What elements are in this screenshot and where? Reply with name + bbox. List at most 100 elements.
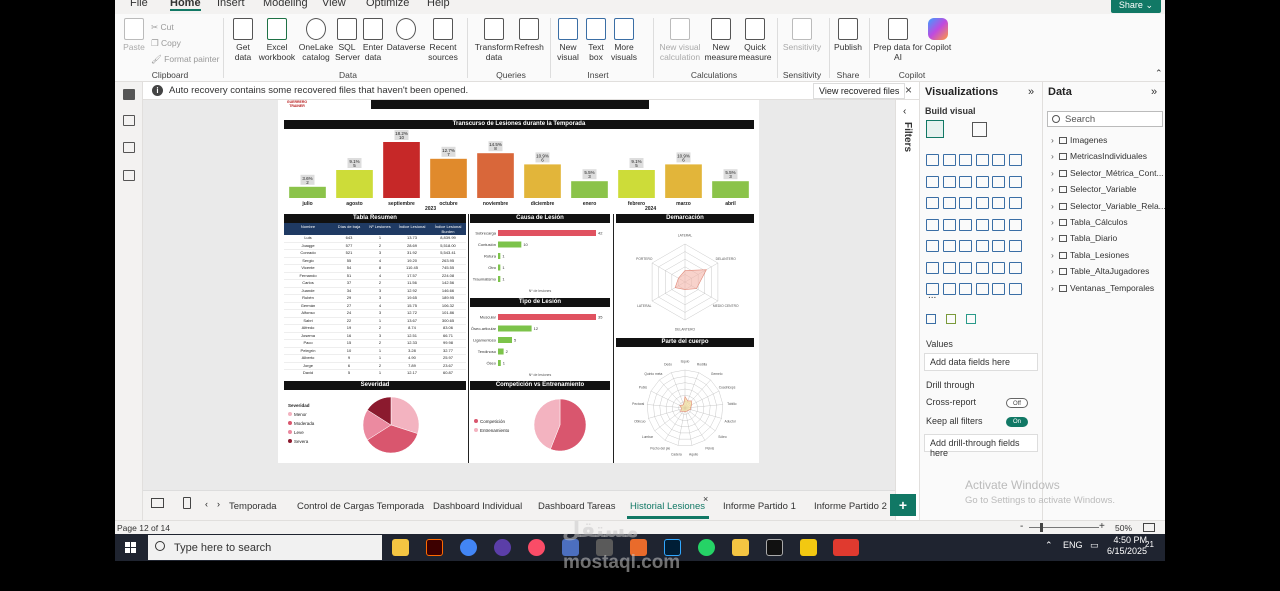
visual-type-icon[interactable]	[992, 154, 1005, 166]
format-visual-tab-icon[interactable]	[972, 122, 987, 137]
new-visual-button[interactable]: New visual	[555, 18, 581, 62]
data-table-item[interactable]: › Tabla_Cálculos	[1051, 217, 1165, 233]
table-row[interactable]: Luis 643 1 13.73 8,839.99	[284, 235, 466, 243]
expand-chevron-icon[interactable]: ›	[1051, 135, 1059, 145]
close-icon[interactable]: ×	[905, 83, 912, 97]
tab-control-de-cargas[interactable]: Control de Cargas Temporada	[297, 501, 424, 512]
new-visual-calculation-button[interactable]: New visual calculation	[658, 18, 702, 62]
visual-type-icon[interactable]	[975, 218, 989, 231]
visual-type-icon[interactable]	[926, 218, 939, 231]
obs-icon[interactable]	[494, 539, 511, 556]
visual-type-icon[interactable]	[926, 261, 939, 274]
expand-chevron-icon[interactable]: ›	[1051, 250, 1059, 260]
zoom-slider-thumb[interactable]	[1040, 523, 1043, 532]
language-indicator[interactable]: ENG	[1063, 540, 1083, 550]
transform-data-button[interactable]: Transform data	[473, 18, 515, 62]
visual-type-icon[interactable]	[926, 154, 939, 166]
visual-type-icon[interactable]	[926, 240, 939, 252]
terminal-icon[interactable]	[766, 539, 783, 556]
expand-chevron-icon[interactable]: ›	[1051, 168, 1059, 178]
data-table-item[interactable]: › Ventanas_Temporales	[1051, 283, 1165, 299]
table-row[interactable]: Joaqge 577 2 28.69 5,518.00	[284, 243, 466, 250]
table-row[interactable]: Alberto 9 1 4.90 25.97	[284, 355, 466, 363]
tab-informe-partido-1[interactable]: Informe Partido 1	[723, 501, 796, 512]
data-search-input[interactable]: Search	[1047, 111, 1163, 127]
notifications-badge[interactable]: 21	[1145, 540, 1154, 549]
table-row[interactable]: Rubén 29 3 19.65 189.95	[284, 295, 466, 303]
data-table-item[interactable]: › MetricasIndividuales	[1051, 151, 1165, 167]
demarcacion-radar-chart[interactable]: LATERAL DELANTERO MEDIO CENTRO DELANTERO LAT…	[616, 224, 754, 332]
visual-type-icon[interactable]	[992, 240, 1005, 252]
expand-chevron-icon[interactable]: ›	[1051, 217, 1059, 227]
visual-type-icon[interactable]	[959, 283, 972, 295]
table-row[interactable]: Carlos 37 2 11.56 142.56	[284, 280, 466, 288]
format-painter-button[interactable]: 🖌 Format painter	[151, 54, 219, 65]
data-table-item[interactable]: › Selector_Métrica_Cont...	[1051, 168, 1165, 184]
itunes-icon[interactable]	[528, 539, 545, 556]
taskbar-search-input[interactable]: Type here to search	[148, 535, 382, 560]
tab-historial-lesiones[interactable]: Historial Lesiones	[630, 501, 705, 512]
network-icon[interactable]: ▭	[1090, 540, 1099, 551]
tray-chevron-icon[interactable]: ⌃	[1045, 540, 1053, 551]
copy-button[interactable]: ❐ Copy	[151, 38, 181, 49]
share-button[interactable]: Share ⌄	[1110, 0, 1161, 13]
visual-type-icon[interactable]	[975, 197, 989, 209]
folder-icon[interactable]	[732, 539, 749, 556]
scroll-tabs-left-icon[interactable]: ‹	[205, 499, 208, 509]
menu-optimize[interactable]: Optimize	[366, 0, 409, 9]
data-table-item[interactable]: › Imagenes	[1051, 135, 1165, 151]
visual-type-icon[interactable]	[992, 283, 1005, 295]
cross-report-toggle[interactable]: Off	[1006, 398, 1028, 408]
filters-pane[interactable]: ‹ Filters	[895, 100, 919, 520]
visual-type-icon[interactable]	[975, 283, 989, 295]
visual-type-icon[interactable]	[959, 261, 972, 274]
table-row[interactable]: Fernando 51 4 17.57 224.08	[284, 273, 466, 280]
visual-type-icon[interactable]	[959, 240, 972, 252]
fields-well-icon[interactable]	[926, 314, 936, 324]
collapse-ribbon-icon[interactable]: ⌃	[1155, 68, 1163, 79]
table-row[interactable]: Germán 27 4 15.75 106.32	[284, 303, 466, 310]
table-row[interactable]: Jorge 6 2 7.89 23.67	[284, 363, 466, 370]
table-row[interactable]: Pelegrín 10 1 3.28 32.77	[284, 348, 466, 355]
visual-type-icon[interactable]	[942, 197, 956, 209]
desktop-layout-icon[interactable]	[151, 498, 164, 508]
sql-server-button[interactable]: SQL Server	[335, 18, 360, 62]
visual-type-icon[interactable]	[942, 154, 956, 166]
expand-chevron-icon[interactable]: ›	[1051, 201, 1059, 211]
refresh-button[interactable]: Refresh	[513, 18, 545, 52]
table-row[interactable]: Alfredo 19 2 8.74 83.06	[284, 325, 466, 333]
visual-type-icon[interactable]	[975, 154, 989, 166]
analytics-icon[interactable]	[966, 314, 976, 324]
recent-sources-button[interactable]: Recent sources	[425, 18, 461, 62]
get-data-button[interactable]: Get data	[228, 18, 258, 62]
visual-type-icon[interactable]	[1008, 240, 1022, 252]
new-measure-button[interactable]: New measure	[704, 18, 738, 62]
illustrator-icon[interactable]	[426, 539, 443, 556]
onelake-button[interactable]: OneLake catalog	[297, 18, 335, 62]
build-visual-tab-icon[interactable]	[926, 120, 944, 138]
table-row[interactable]: Josema 16 3 12.51 66.71	[284, 333, 466, 340]
table-row[interactable]: Conrado 521 3 31.92 5,543.41	[284, 250, 466, 258]
excel-workbook-button[interactable]: Excel workbook	[257, 18, 297, 62]
quick-measure-button[interactable]: Quick measure	[737, 18, 773, 62]
fit-to-page-icon[interactable]	[1143, 523, 1155, 532]
competicion-pie-chart[interactable]	[530, 397, 590, 453]
zoom-out-icon[interactable]: -	[1020, 521, 1023, 532]
tab-temporada[interactable]: Temporada	[229, 501, 277, 512]
prep-data-ai-button[interactable]: Prep data for AI	[873, 18, 923, 62]
report-view-icon[interactable]	[123, 89, 135, 100]
table-row[interactable]: Vicente 54 8 110.45 745.55	[284, 265, 466, 273]
add-data-fields-well[interactable]: Add data fields here	[924, 353, 1038, 371]
data-table-item[interactable]: › Selector_Variable	[1051, 184, 1165, 200]
visual-type-icon[interactable]	[1008, 218, 1022, 231]
windows-start-icon[interactable]	[125, 542, 136, 553]
visual-type-icon[interactable]	[959, 175, 972, 188]
visual-type-icon[interactable]	[1008, 154, 1022, 166]
collapse-data-icon[interactable]: »	[1151, 86, 1157, 98]
file-explorer-pinned-icon[interactable]	[392, 539, 409, 556]
paste-button[interactable]: Paste	[121, 18, 147, 52]
expand-chevron-icon[interactable]: ›	[1051, 283, 1059, 293]
tipo-bar-chart[interactable]: Muscular 35Óseo-articular 12Ligamentoso 5Te…	[470, 308, 610, 380]
visual-type-icon[interactable]	[1008, 283, 1022, 295]
chrome-icon[interactable]	[460, 539, 477, 556]
